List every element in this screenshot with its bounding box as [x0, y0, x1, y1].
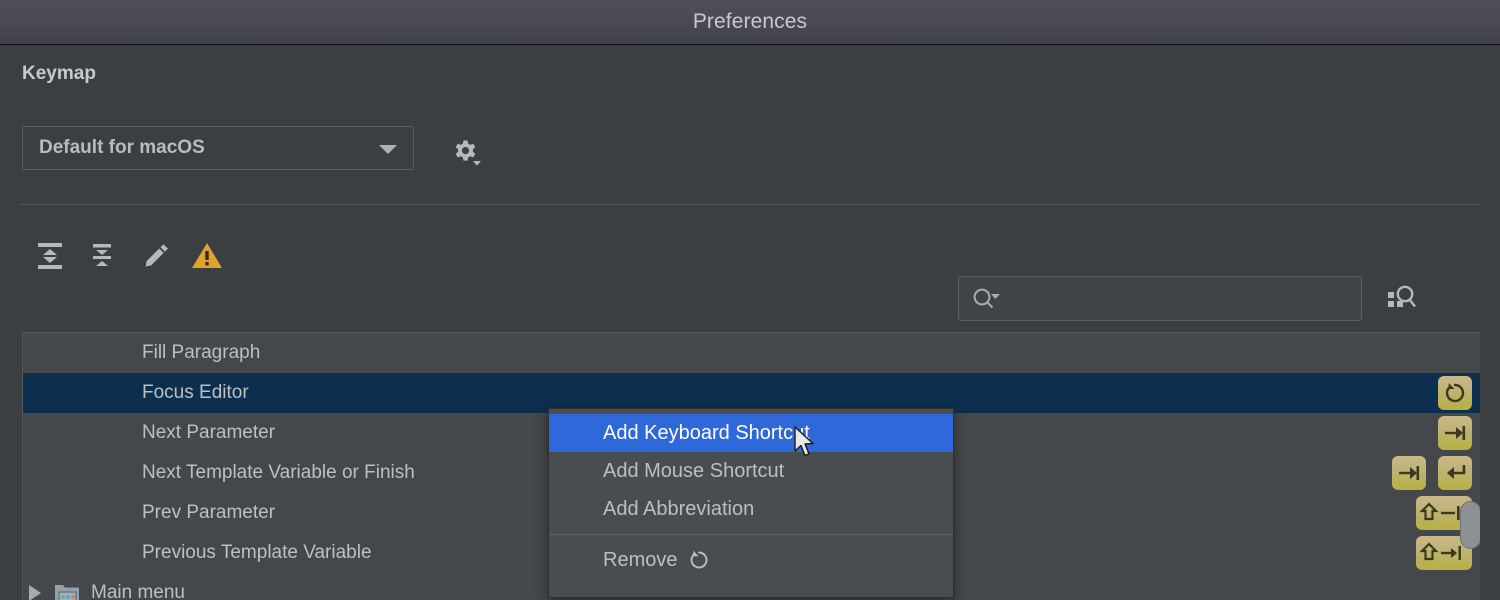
window-titlebar: Preferences — [0, 0, 1500, 45]
action-label: Prev Parameter — [142, 502, 275, 524]
edit-pencil-icon[interactable] — [137, 237, 175, 275]
menu-item-add-mouse-shortcut[interactable]: Add Mouse Shortcut — [549, 452, 953, 490]
keymap-select[interactable]: Default for macOS — [22, 126, 414, 170]
menu-item-label: Add Keyboard Shortcut — [603, 422, 810, 445]
warning-triangle-icon[interactable] — [188, 237, 226, 275]
menu-item-label: Remove — [603, 549, 677, 572]
preferences-content: Keymap Default for macOS — [0, 45, 1500, 600]
action-label: Next Parameter — [142, 422, 275, 444]
expand-all-icon[interactable] — [31, 237, 69, 275]
search-input[interactable] — [1007, 290, 1351, 308]
action-label: Fill Paragraph — [142, 342, 260, 364]
action-label: Next Template Variable or Finish — [142, 462, 415, 484]
revert-arrow-icon — [687, 548, 711, 572]
gear-icon — [444, 130, 484, 170]
keymap-select-value: Default for macOS — [39, 137, 205, 159]
menu-separator — [549, 534, 953, 535]
chevron-down-icon — [379, 145, 397, 154]
vertical-scrollbar[interactable] — [1456, 333, 1478, 600]
collapse-all-icon[interactable] — [83, 237, 121, 275]
find-by-shortcut-icon[interactable] — [1382, 278, 1420, 318]
action-label: Focus Editor — [142, 382, 249, 404]
search-icon — [971, 286, 1001, 312]
table-row[interactable]: Fill Paragraph — [23, 333, 1480, 373]
keymap-settings-gear-button[interactable] — [442, 126, 486, 170]
menu-item-label: Add Mouse Shortcut — [603, 460, 784, 483]
key-badge-tab — [1392, 456, 1426, 490]
group-label: Main menu — [91, 582, 185, 600]
mouse-cursor — [793, 426, 819, 465]
menu-folder-icon — [53, 581, 81, 600]
section-divider — [20, 204, 1480, 205]
scrollbar-thumb[interactable] — [1460, 501, 1480, 549]
page-title: Keymap — [22, 63, 96, 85]
menu-item-add-abbreviation[interactable]: Add Abbreviation — [549, 490, 953, 528]
chevron-right-icon[interactable] — [29, 585, 41, 600]
table-row[interactable]: Focus Editor — [23, 373, 1480, 413]
menu-item-remove[interactable]: Remove — [549, 541, 953, 579]
keymap-selector-row: Default for macOS — [22, 126, 414, 170]
action-label: Previous Template Variable — [142, 542, 372, 564]
window-title: Preferences — [0, 0, 1500, 44]
menu-item-label: Add Abbreviation — [603, 498, 754, 521]
search-field-container[interactable] — [958, 276, 1362, 321]
context-menu[interactable]: Add Keyboard Shortcut Add Mouse Shortcut… — [548, 408, 954, 598]
menu-item-add-keyboard-shortcut[interactable]: Add Keyboard Shortcut — [549, 414, 953, 452]
